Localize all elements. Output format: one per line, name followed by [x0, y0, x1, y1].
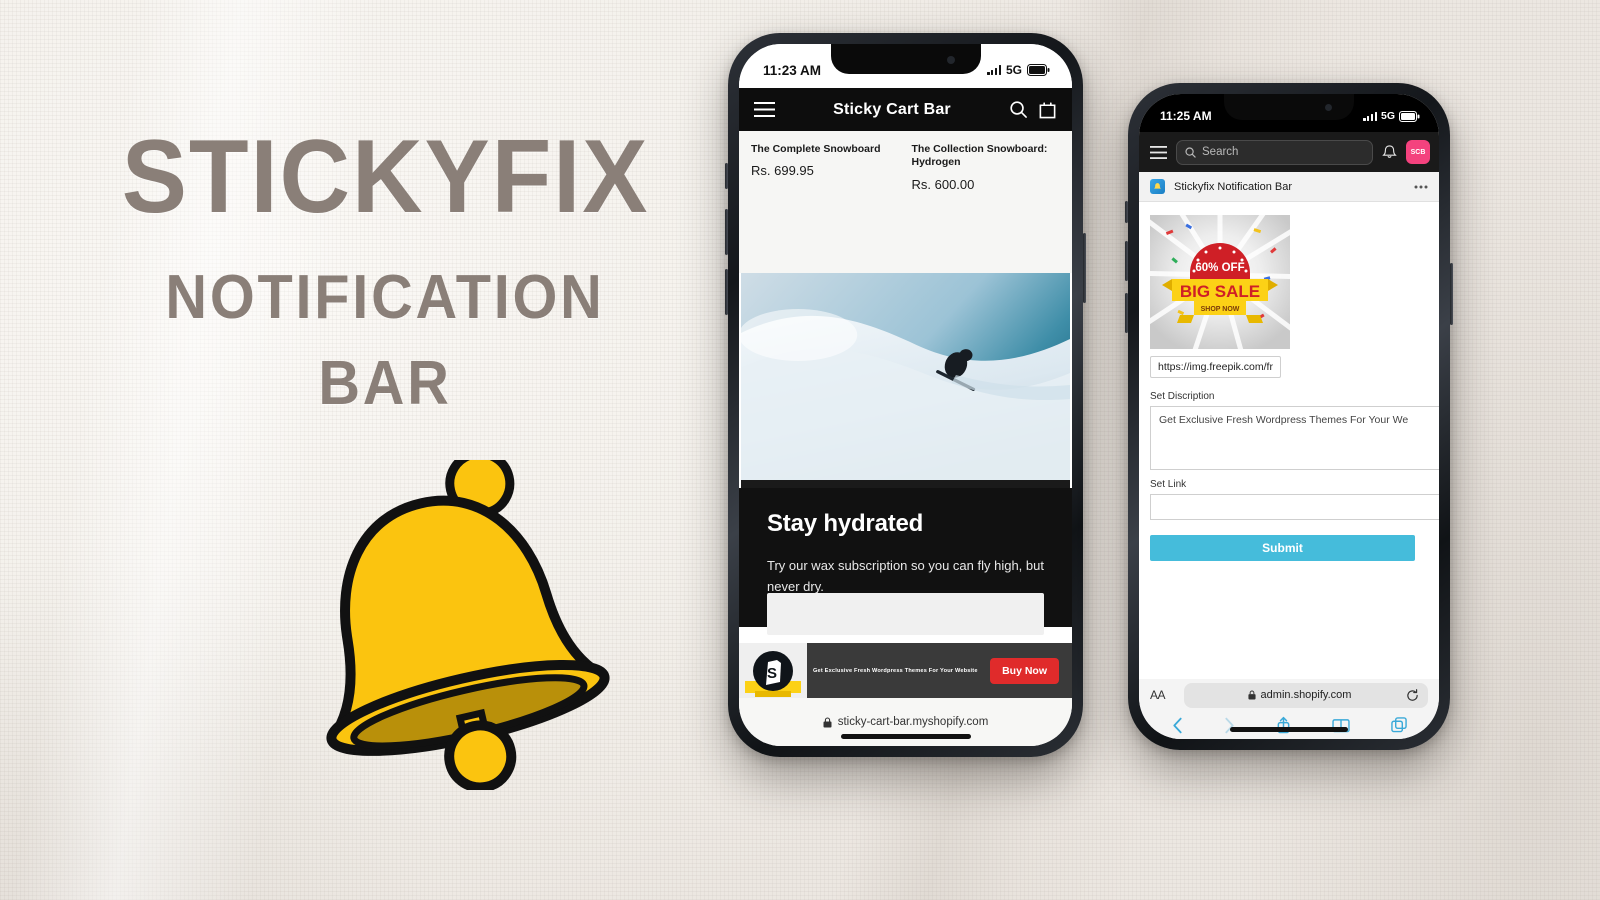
bell-illustration: [290, 449, 610, 793]
phone1-network-label: 5G: [1005, 63, 1022, 77]
signal-bars-icon: [1363, 111, 1377, 121]
hamburger-menu-icon[interactable]: [1150, 145, 1167, 159]
phone2-home-indicator: [1230, 727, 1348, 732]
sticky-bar-thumbnail: S: [739, 643, 807, 698]
phone1-status-indicators: 5G: [987, 63, 1050, 77]
image-url-field[interactable]: https://img.freepik.com/fr: [1150, 356, 1281, 378]
phone-mockup-admin: 11:25 AM 5G Search SCB Stickyfix Notific…: [1125, 83, 1453, 750]
link-field[interactable]: [1150, 494, 1439, 520]
lock-icon: [1247, 690, 1256, 700]
search-icon: [1185, 146, 1196, 158]
phone1-store-header: Sticky Cart Bar: [739, 88, 1072, 131]
banner-cta-text: SHOP NOW: [1201, 306, 1240, 313]
svg-text:S: S: [767, 665, 777, 682]
phone2-admin-header: Search SCB: [1139, 132, 1439, 172]
promo-heading: Stay hydrated: [767, 510, 924, 537]
bell-icon: [326, 449, 610, 793]
product-price: Rs. 600.00: [911, 176, 975, 192]
phone1-promo-section: Stay hydrated Try our wax subscription s…: [739, 488, 1072, 636]
page-subtitle-line1: NOTIFICATION: [165, 263, 605, 332]
buy-now-button[interactable]: Buy Now: [990, 657, 1059, 684]
safari-url-text: admin.shopify.com: [1260, 689, 1352, 701]
lock-icon: [823, 716, 832, 727]
product-name: The Complete Snowboard: [751, 143, 881, 155]
phone1-volume-up-button[interactable]: [725, 209, 728, 255]
phone2-mute-button[interactable]: [1125, 201, 1128, 223]
promo-body: Try our wax subscription so you can fly …: [767, 558, 1044, 595]
shopping-bag-icon[interactable]: [1038, 100, 1057, 120]
phone1-power-button[interactable]: [1083, 233, 1086, 303]
phone2-status-indicators: 5G: [1363, 110, 1420, 122]
poster-headline: STICKYFIX NOTIFICATION BAR: [105, 125, 665, 415]
sticky-bar-message: Get Exclusive Fresh Wordpress Themes For…: [813, 667, 978, 674]
phone2-volume-up-button[interactable]: [1125, 241, 1128, 281]
submit-button[interactable]: Submit: [1150, 535, 1415, 561]
product-card[interactable]: The Collection Snowboard: Hydrogen Rs. 6…: [912, 143, 1061, 273]
front-camera-icon: [946, 56, 955, 64]
banner-headline-text: BIG SALE: [1180, 282, 1260, 301]
front-camera-icon: [1325, 104, 1332, 111]
search-icon[interactable]: [1009, 100, 1028, 119]
phone1-url-text: sticky-cart-bar.myshopify.com: [837, 716, 989, 728]
link-field-label: Set Link: [1150, 479, 1187, 490]
phone1-notch: [830, 44, 981, 74]
battery-full-icon: [1399, 110, 1420, 122]
signal-bars-icon: [987, 65, 1001, 75]
battery-full-icon: [1027, 64, 1050, 76]
product-name: The Collection Snowboard: Hydrogen: [911, 143, 1048, 169]
phone1-hero-image: [739, 273, 1070, 488]
tabs-icon[interactable]: [1390, 717, 1407, 733]
description-field[interactable]: Get Exclusive Fresh Wordpress Themes For…: [1150, 406, 1439, 470]
product-price: Rs. 699.95: [751, 163, 814, 179]
phone-mockup-storefront: 11:23 AM 5G Sticky Cart Bar The Complete…: [725, 33, 1086, 757]
search-input[interactable]: Search: [1176, 139, 1373, 165]
product-card[interactable]: The Complete Snowboard Rs. 699.95: [751, 143, 900, 273]
page-title: STICKYFIX: [121, 119, 650, 235]
phone1-product-grid: The Complete Snowboard Rs. 699.95 The Co…: [739, 131, 1072, 273]
search-placeholder-text: Search: [1202, 146, 1239, 158]
avatar[interactable]: SCB: [1406, 140, 1430, 164]
phone1-store-title: Sticky Cart Bar: [833, 100, 951, 118]
phone2-clock: 11:25 AM: [1160, 109, 1212, 123]
text-size-button[interactable]: AA: [1150, 688, 1184, 702]
phone2-power-button[interactable]: [1450, 263, 1453, 325]
phone2-notch: [1224, 94, 1354, 120]
more-horizontal-icon[interactable]: [1414, 185, 1428, 189]
phone1-home-indicator: [840, 734, 971, 739]
poster-canvas: STICKYFIX NOTIFICATION BAR 11:23 AM 5G S…: [0, 0, 1600, 900]
phone1-clock: 11:23 AM: [763, 62, 822, 78]
sticky-notification-bar: S Get Exclusive Fresh Wordpress Themes F…: [739, 643, 1072, 698]
notification-bell-icon[interactable]: [1382, 144, 1397, 160]
banner-discount-text: 60% OFF: [1195, 262, 1244, 274]
phone2-network-label: 5G: [1380, 110, 1395, 122]
phone2-app-title-row: Stickyfix Notification Bar: [1139, 172, 1439, 202]
page-subtitle-line2: BAR: [318, 349, 452, 418]
safari-url-field[interactable]: admin.shopify.com: [1184, 682, 1428, 708]
phone2-app-title: Stickyfix Notification Bar: [1174, 180, 1292, 193]
hamburger-menu-icon[interactable]: [754, 102, 775, 117]
phone2-safari-navbar: [1139, 711, 1439, 739]
chevron-left-icon[interactable]: [1172, 717, 1183, 734]
promo-input-placeholder[interactable]: [767, 593, 1044, 636]
reload-icon[interactable]: [1406, 688, 1419, 702]
phone2-safari-toolbar: AA admin.shopify.com: [1139, 679, 1439, 711]
sale-banner-preview: 60% OFF BIG SALE SHOP NOW: [1150, 215, 1290, 349]
phone2-volume-down-button[interactable]: [1125, 293, 1128, 333]
description-field-label: Set Discription: [1150, 391, 1215, 402]
phone1-mute-button[interactable]: [725, 163, 728, 189]
stickyfix-app-icon: [1150, 179, 1165, 194]
phone2-form-body: 60% OFF BIG SALE SHOP NOW https://img.fr…: [1139, 202, 1439, 606]
phone1-volume-down-button[interactable]: [725, 269, 728, 315]
